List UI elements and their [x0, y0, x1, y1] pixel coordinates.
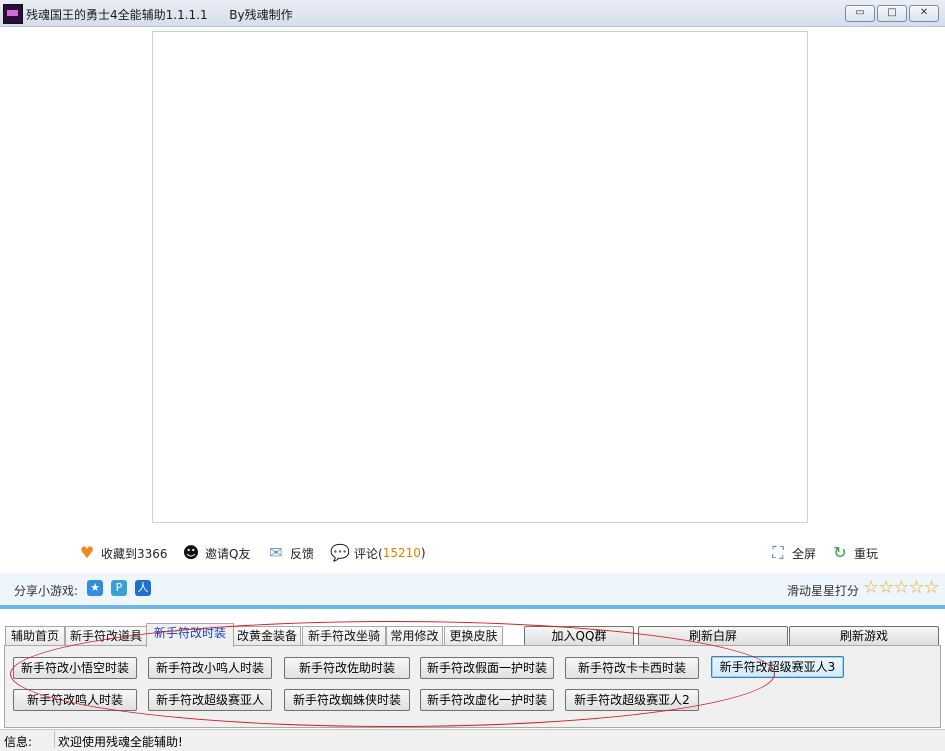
- penguin-icon: ☻: [182, 543, 200, 562]
- status-message: 欢迎使用残魂全能辅助!: [58, 735, 183, 749]
- tab-change-skin[interactable]: 更换皮肤: [444, 626, 503, 646]
- costume-button[interactable]: 新手符改鸣人时装: [13, 689, 137, 711]
- replay-label: 重玩: [854, 546, 879, 561]
- heart-icon: ♥: [79, 543, 95, 562]
- status-divider: [54, 731, 55, 748]
- refresh-white-screen-button[interactable]: 刷新白屏: [638, 626, 788, 647]
- window-author-text: By残魂制作: [229, 8, 293, 22]
- invite-button[interactable]: ☻ 邀请Q友: [181, 543, 251, 563]
- pengyou-share-icon[interactable]: P: [111, 580, 127, 596]
- comment-button[interactable]: 💬 评论(15210): [330, 543, 426, 563]
- feedback-label: 反馈: [290, 546, 315, 561]
- invite-label: 邀请Q友: [205, 546, 251, 561]
- fullscreen-label: 全屏: [792, 546, 817, 561]
- rate-label: 滑动星星打分: [787, 584, 860, 598]
- app-icon: [3, 4, 23, 24]
- replay-button[interactable]: ↻ 重玩: [830, 543, 878, 563]
- status-label: 信息:: [4, 735, 33, 749]
- refresh-game-button[interactable]: 刷新游戏: [789, 626, 939, 647]
- renren-share-icon[interactable]: 人: [135, 580, 151, 596]
- tab-costumes[interactable]: 新手符改时装: [146, 623, 234, 647]
- fullscreen-icon: ⛶: [772, 543, 784, 562]
- window-title-text: 残魂国王的勇士4全能辅助1.1.1.1: [26, 8, 208, 22]
- comment-icon: 💬: [330, 543, 350, 562]
- tab-home[interactable]: 辅助首页: [5, 626, 65, 646]
- game-area[interactable]: [152, 31, 808, 523]
- costume-button[interactable]: 新手符改卡卡西时装: [565, 657, 699, 679]
- costume-button[interactable]: 新手符改假面一护时装: [420, 657, 554, 679]
- costume-button[interactable]: 新手符改超级赛亚人2: [565, 689, 699, 711]
- comment-label: 评论(: [354, 546, 383, 561]
- share-label: 分享小游戏:: [14, 584, 79, 598]
- tab-items[interactable]: 新手符改道具: [65, 626, 147, 646]
- comment-close-paren: ): [420, 546, 426, 560]
- costume-button[interactable]: 新手符改小鸣人时装: [148, 657, 272, 679]
- join-qq-group-button[interactable]: 加入QQ群: [524, 626, 634, 647]
- mail-icon: ✉: [269, 543, 283, 562]
- close-button[interactable]: ✕: [909, 5, 939, 22]
- maximize-button[interactable]: □: [877, 5, 907, 22]
- fullscreen-button[interactable]: ⛶ 全屏: [768, 543, 816, 563]
- comment-count: 15210: [382, 546, 421, 560]
- tab-gold-equipment[interactable]: 改黄金装备: [233, 626, 301, 646]
- costume-button[interactable]: 新手符改小悟空时装: [13, 657, 137, 679]
- favorite-label: 收藏到3366: [101, 546, 168, 561]
- feedback-button[interactable]: ✉ 反馈: [266, 543, 314, 563]
- rating-stars[interactable]: ☆☆☆☆☆: [863, 577, 940, 598]
- costume-button[interactable]: 新手符改佐助时装: [284, 657, 410, 679]
- tab-mounts[interactable]: 新手符改坐骑: [302, 626, 386, 646]
- favorite-button[interactable]: ♥ 收藏到3366: [77, 543, 168, 563]
- window-title: 残魂国王的勇士4全能辅助1.1.1.1 By残魂制作: [26, 6, 293, 23]
- costume-button[interactable]: 新手符改虚化一护时装: [420, 689, 554, 711]
- costume-button[interactable]: 新手符改超级赛亚人3: [711, 656, 844, 678]
- costume-button[interactable]: 新手符改超级赛亚人: [148, 689, 272, 711]
- costume-button[interactable]: 新手符改蜘蛛侠时装: [284, 689, 410, 711]
- replay-icon: ↻: [833, 543, 847, 562]
- tab-common-mods[interactable]: 常用修改: [386, 626, 443, 646]
- minimize-button[interactable]: ▭: [845, 5, 875, 22]
- qzone-share-icon[interactable]: ★: [87, 580, 103, 596]
- accent-divider: [0, 605, 945, 609]
